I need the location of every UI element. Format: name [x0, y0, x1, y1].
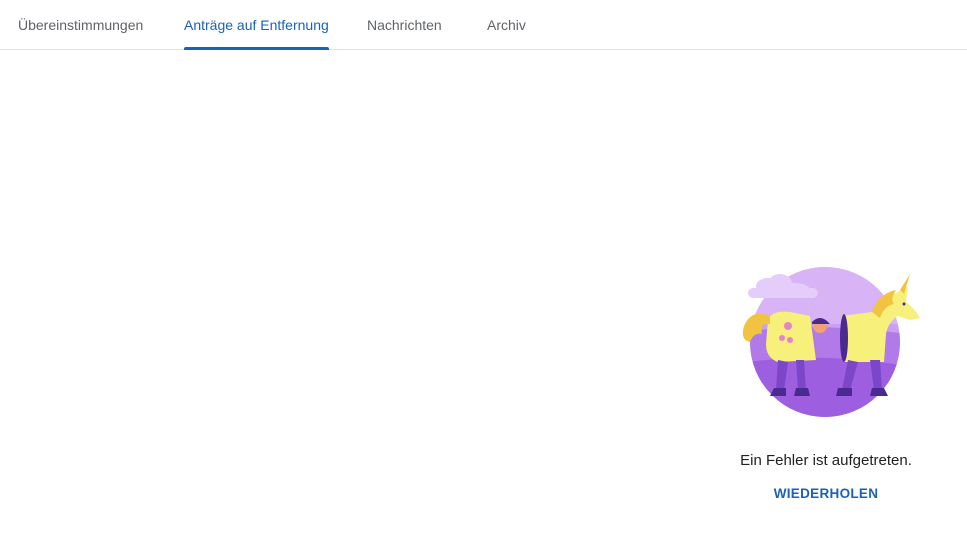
tab-nachrichten[interactable]: Nachrichten: [367, 0, 442, 49]
tab-bar: Übereinstimmungen Anträge auf Entfernung…: [0, 0, 967, 50]
tab-antraege-auf-entfernung[interactable]: Anträge auf Entfernung: [184, 0, 329, 50]
retry-button[interactable]: WIEDERHOLEN: [736, 483, 916, 503]
error-message: Ein Fehler ist aufgetreten.: [740, 452, 912, 469]
unicorn-costume-illustration-icon: [738, 264, 924, 420]
tab-uebereinstimmungen[interactable]: Übereinstimmungen: [18, 0, 143, 49]
tab-archiv[interactable]: Archiv: [487, 0, 526, 49]
